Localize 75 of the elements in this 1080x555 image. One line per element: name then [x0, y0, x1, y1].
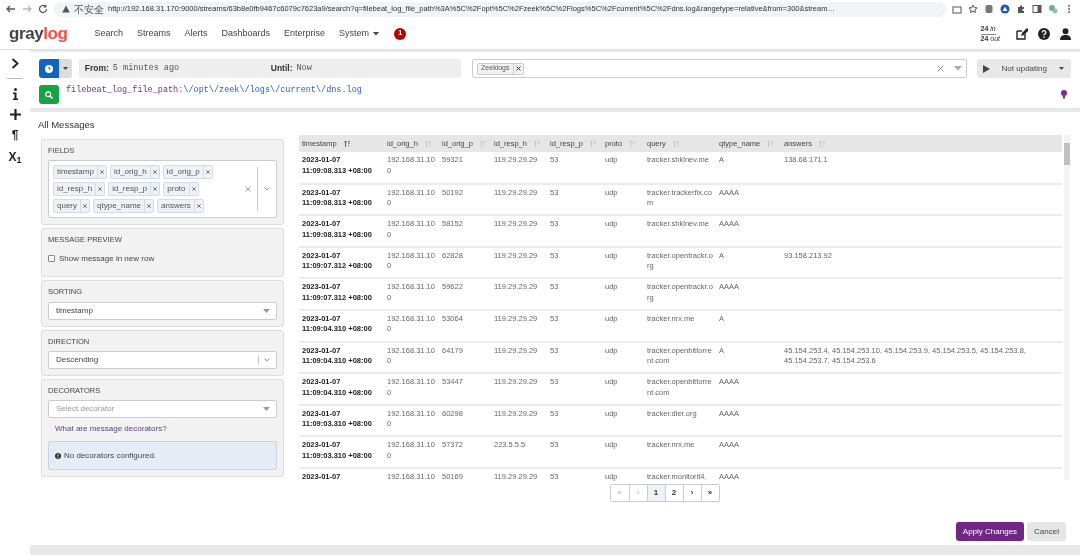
info-icon[interactable]	[12, 88, 18, 100]
sidebar-tool[interactable]: ¶	[11, 129, 19, 142]
checkbox-label: Show message in new row	[59, 252, 155, 265]
field-tag: id_orig_p	[162, 165, 213, 180]
nav-link[interactable]: System	[332, 26, 387, 41]
puzzle-icon[interactable]	[1016, 4, 1026, 14]
time-range-button[interactable]	[39, 59, 59, 78]
search-icon	[45, 90, 53, 99]
remove-icon[interactable]	[515, 66, 521, 71]
play-icon	[982, 64, 990, 73]
clear-icon[interactable]	[245, 186, 251, 193]
sort-icon	[533, 140, 540, 147]
from-label: From:	[84, 62, 109, 75]
caret-icon	[263, 308, 270, 313]
nav-link[interactable]: Streams	[129, 26, 178, 41]
sort-icon	[424, 140, 431, 147]
chevron-down-icon	[264, 357, 270, 362]
search-button[interactable]	[39, 85, 59, 104]
field-tag: id_resp_h	[53, 182, 106, 197]
nav-link[interactable]: Alerts	[177, 26, 215, 41]
panel-icon[interactable]	[1032, 4, 1042, 14]
user-icon[interactable]	[1060, 27, 1071, 40]
field-tag: id_orig_h	[109, 165, 160, 180]
logo[interactable]: graylog	[9, 20, 68, 47]
sort-icon	[767, 140, 774, 147]
sort-icon	[479, 140, 486, 147]
lightbulb-icon[interactable]	[1061, 90, 1067, 99]
checkbox[interactable]	[48, 255, 55, 262]
sort-icon	[343, 140, 350, 147]
help-icon[interactable]	[1038, 27, 1050, 40]
nav-link[interactable]: Search	[87, 26, 130, 41]
field-tag: qtype_name	[93, 199, 155, 214]
direction-select[interactable]: Descending	[48, 350, 277, 369]
refresh-button[interactable]: Not updating	[976, 59, 1071, 78]
security-label: 不安全	[74, 2, 104, 17]
apply-button[interactable]: Apply Changes	[955, 522, 1025, 541]
caret-icon	[1058, 67, 1064, 70]
nav-link[interactable]: Enterprise	[277, 26, 333, 41]
sidebar-tool[interactable]: X$_{1}$	[8, 151, 22, 164]
panel-title: All Messages	[38, 118, 96, 132]
field-tag: id_resp_p	[108, 182, 161, 197]
clear-icon[interactable]	[936, 65, 944, 72]
cancel-button[interactable]: Cancel	[1027, 522, 1066, 541]
sort-icon	[818, 140, 825, 147]
clock-icon	[44, 64, 53, 73]
reload-icon[interactable]	[38, 4, 48, 14]
chevron-down-icon	[264, 187, 270, 192]
edit-icon[interactable]	[1016, 27, 1028, 40]
scrollbar[interactable]	[1064, 135, 1070, 480]
field-tag: query	[53, 199, 90, 214]
chevron-icon[interactable]	[11, 58, 19, 69]
from-value: 5 minutes ago	[112, 62, 180, 75]
caret-icon	[953, 66, 962, 71]
help-link[interactable]: What are message decorators?	[55, 423, 277, 435]
field-tag: timestamp	[53, 165, 107, 180]
field-tag: proto	[163, 182, 199, 197]
triangle-icon[interactable]	[1000, 4, 1010, 14]
sort-icon	[589, 140, 596, 147]
until-label: Until:	[270, 62, 293, 75]
caret-icon	[62, 67, 68, 70]
sort-icon	[629, 140, 636, 147]
until-value: Now	[296, 62, 312, 75]
nav-link[interactable]: Dashboards	[214, 26, 278, 41]
field-tag: answers	[157, 199, 204, 214]
warning-icon	[62, 5, 70, 13]
info-text: No decorators configured.	[64, 449, 157, 462]
fields-select[interactable]: timestamp id_orig_h id_orig_p id_resp_h id_resp_p proto query qtype_name answers	[48, 160, 277, 219]
caret-icon	[263, 407, 270, 411]
back-icon[interactable]	[6, 4, 16, 14]
exclamation-icon	[55, 452, 61, 459]
sort-icon	[672, 140, 679, 147]
star-icon[interactable]	[968, 4, 978, 14]
sort-field-select[interactable]: timestamp	[48, 301, 277, 320]
plus-icon[interactable]	[9, 109, 21, 120]
query-field[interactable]: filebeat_log_file_path:\/opt\/zeek\/logs\/current\/dns.log	[66, 85, 1061, 96]
